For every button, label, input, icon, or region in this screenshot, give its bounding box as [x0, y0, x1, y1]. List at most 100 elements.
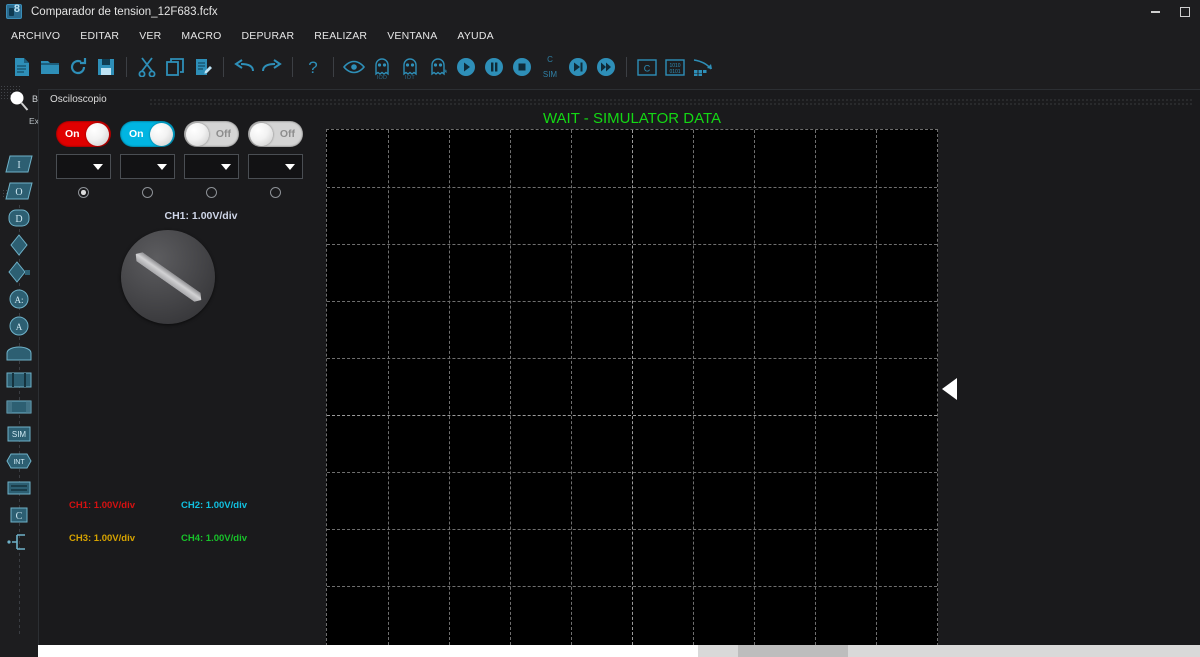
ghost-iot-label: IOT: [404, 75, 416, 81]
ch1-volts-per-div-knob[interactable]: [121, 230, 215, 324]
ch4-enable-switch[interactable]: Off: [248, 121, 303, 147]
ch4-select-radio[interactable]: [270, 187, 281, 198]
pause-icon[interactable]: [480, 53, 508, 81]
channel-column-ch3: Off: [184, 121, 239, 198]
svg-text:C: C: [644, 63, 651, 73]
toolbar-separator: [333, 57, 334, 77]
menu-macro[interactable]: MACRO: [181, 30, 221, 42]
copy-icon[interactable]: [161, 53, 189, 81]
legend-ch4: CH4: 1.00V/div: [181, 533, 247, 544]
sim-block-icon[interactable]: SIM: [0, 420, 38, 447]
component-macro-icon[interactable]: [0, 393, 38, 420]
redo-icon[interactable]: [258, 53, 286, 81]
ch1-switch-knob: [86, 122, 109, 146]
flowcode-icon: [6, 3, 22, 19]
menu-ayuda[interactable]: AYUDA: [457, 30, 493, 42]
minimize-button[interactable]: [1140, 0, 1170, 23]
ch3-switch-knob: [186, 122, 209, 146]
ghost-clear-icon[interactable]: *: [424, 53, 452, 81]
compile-c-icon[interactable]: C: [633, 53, 661, 81]
ch3-select-radio[interactable]: [206, 187, 217, 198]
open-folder-icon[interactable]: [36, 53, 64, 81]
channel-toggle-group: On On Off Off: [56, 121, 303, 198]
menu-archivo[interactable]: ARCHIVO: [11, 30, 60, 42]
c-code-block-icon[interactable]: C: [0, 501, 38, 528]
toolbar-separator: [126, 57, 127, 77]
scrollbar-thumb[interactable]: [38, 645, 698, 657]
svg-text:?: ?: [308, 58, 317, 77]
ch4-source-dropdown[interactable]: [248, 154, 303, 179]
help-icon[interactable]: ?: [299, 53, 327, 81]
ch1-source-dropdown[interactable]: [56, 154, 111, 179]
macro-bars-icon[interactable]: [0, 366, 38, 393]
menu-bar: ARCHIVO EDITAR VER MACRO DEPURAR REALIZA…: [0, 26, 1200, 45]
svg-text:*: *: [444, 68, 447, 76]
decision-block-icon[interactable]: D: [0, 204, 38, 231]
menu-ver[interactable]: VER: [139, 30, 161, 42]
svg-text:O: O: [15, 187, 22, 198]
paste-icon[interactable]: [189, 53, 217, 81]
ch1-switch-label: On: [65, 128, 80, 140]
ch3-source-dropdown[interactable]: [184, 154, 239, 179]
ch4-switch-knob: [250, 122, 273, 146]
maximize-button[interactable]: [1170, 0, 1200, 23]
undo-icon[interactable]: [230, 53, 258, 81]
ch1-enable-switch[interactable]: On: [56, 121, 111, 147]
legend-row-1: CH1: 1.00V/div CH2: 1.00V/div: [69, 500, 319, 511]
svg-text:A: A: [16, 322, 23, 332]
toolbar-separator: [223, 57, 224, 77]
ch2-source-dropdown[interactable]: [120, 154, 175, 179]
magnifier-icon[interactable]: [8, 90, 30, 112]
sidebar-icon-list: I O D A: A SIM INT C: [0, 150, 38, 555]
chevron-down-icon: [93, 164, 103, 170]
legend-row-2: CH3: 1.00V/div CH4: 1.00V/div: [69, 533, 319, 544]
svg-text:SIM: SIM: [12, 430, 27, 439]
connection-point-icon[interactable]: [0, 231, 38, 258]
c-sim-icon[interactable]: C SIM: [536, 53, 564, 81]
trigger-level-marker[interactable]: [942, 378, 957, 400]
send-to-chip-icon[interactable]: [689, 53, 717, 81]
horizontal-scrollbar[interactable]: [38, 645, 1200, 657]
svg-text:C: C: [16, 511, 23, 522]
svg-text:I: I: [17, 160, 20, 171]
ch2-select-radio[interactable]: [142, 187, 153, 198]
ch3-enable-switch[interactable]: Off: [184, 121, 239, 147]
calculation-block-icon[interactable]: A:: [0, 285, 38, 312]
toolbar-separator: [626, 57, 627, 77]
ch1-volts-per-div-label: CH1: 1.00V/div: [164, 210, 238, 222]
reload-icon[interactable]: [64, 53, 92, 81]
ghost-iod-icon[interactable]: IOD: [368, 53, 396, 81]
channel-legend: CH1: 1.00V/div CH2: 1.00V/div CH3: 1.00V…: [69, 500, 319, 566]
stop-icon[interactable]: [508, 53, 536, 81]
loop-block-icon[interactable]: [0, 528, 38, 555]
step-into-icon[interactable]: [564, 53, 592, 81]
step-over-icon[interactable]: [592, 53, 620, 81]
input-block-icon[interactable]: I: [0, 150, 38, 177]
new-file-icon[interactable]: [8, 53, 36, 81]
int-block-icon[interactable]: INT: [0, 447, 38, 474]
connection-node-icon[interactable]: [0, 258, 38, 285]
menu-realizar[interactable]: REALIZAR: [314, 30, 367, 42]
run-icon[interactable]: [452, 53, 480, 81]
output-block-icon[interactable]: O: [0, 177, 38, 204]
save-icon[interactable]: [92, 53, 120, 81]
menu-editar[interactable]: EDITAR: [80, 30, 119, 42]
left-sidebar: Bu Ex I O D A: A: [0, 85, 43, 657]
string-block-icon[interactable]: A: [0, 312, 38, 339]
ch1-select-radio[interactable]: [78, 187, 89, 198]
application-window: Comparador de tension_12F683.fcfx ARCHIV…: [0, 0, 1200, 657]
channel-column-ch2: On: [120, 121, 175, 198]
comment-block-icon[interactable]: [0, 474, 38, 501]
cut-icon[interactable]: [133, 53, 161, 81]
simulator-status-text: WAIT - SIMULATOR DATA: [542, 110, 722, 127]
scrollbar-thumb-secondary[interactable]: [738, 645, 848, 657]
waveform-display[interactable]: [326, 129, 938, 646]
interrupt-cap-icon[interactable]: [0, 339, 38, 366]
eye-icon[interactable]: [340, 53, 368, 81]
ch2-enable-switch[interactable]: On: [120, 121, 175, 147]
oscilloscope-title: Osciloscopio: [50, 94, 107, 105]
ghost-iot-icon[interactable]: IOT: [396, 53, 424, 81]
menu-ventana[interactable]: VENTANA: [387, 30, 437, 42]
menu-depurar[interactable]: DEPURAR: [241, 30, 294, 42]
compile-hex-icon[interactable]: 1010 0101: [661, 53, 689, 81]
